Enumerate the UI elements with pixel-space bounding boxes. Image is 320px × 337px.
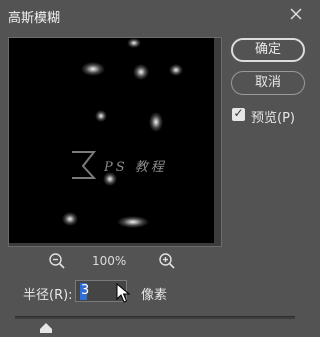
blurred-spot	[127, 38, 141, 48]
radius-value: 3	[81, 283, 90, 298]
dialog-title: 高斯模糊	[8, 11, 61, 26]
checkmark-icon: ✓	[233, 106, 244, 120]
blurred-spot	[117, 216, 149, 228]
watermark-logo	[72, 151, 97, 179]
blurred-spot	[133, 64, 149, 80]
watermark-text: PS 教程	[104, 160, 167, 175]
zoom-level: 100%	[92, 254, 127, 268]
zoom-in-button[interactable]	[158, 252, 176, 270]
watermark: PS 教程	[68, 148, 208, 182]
cancel-button[interactable]: 取消	[231, 71, 305, 95]
zoom-out-icon	[49, 253, 65, 269]
radius-unit-label: 像素	[141, 288, 168, 303]
radius-slider-track[interactable]	[15, 316, 295, 319]
preview-checkbox-label[interactable]: 预览(P)	[251, 107, 295, 126]
zoom-controls: 100%	[48, 252, 178, 272]
close-button[interactable]	[284, 2, 308, 26]
gaussian-blur-dialog: 高斯模糊 PS 教程 100% 确定 取消 ✓ 预览(P) 半径(R): 3 像…	[0, 0, 312, 333]
radius-slider-thumb[interactable]	[40, 318, 52, 333]
ok-button[interactable]: 确定	[231, 38, 305, 62]
title-bar[interactable]: 高斯模糊	[0, 0, 312, 30]
blurred-spot	[62, 212, 78, 226]
blurred-spot	[95, 110, 107, 122]
zoom-out-button[interactable]	[48, 252, 66, 270]
blurred-spot	[149, 112, 163, 132]
blurred-spot	[81, 62, 105, 76]
radius-label: 半径(R):	[23, 288, 73, 303]
blurred-spot	[169, 64, 183, 76]
mouse-cursor-icon	[116, 282, 131, 303]
preview-checkbox[interactable]: ✓	[232, 106, 245, 121]
preview-canvas[interactable]	[9, 38, 214, 243]
zoom-in-icon	[159, 253, 175, 269]
close-icon	[290, 8, 302, 20]
